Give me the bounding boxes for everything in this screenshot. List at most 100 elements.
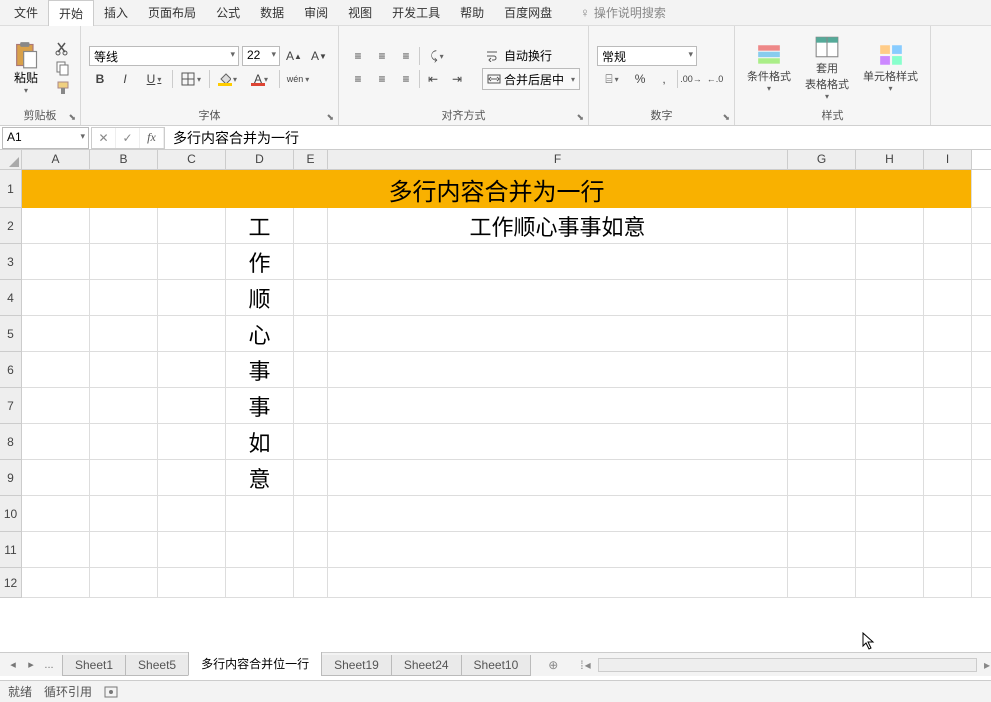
cell-C5[interactable]: [158, 316, 226, 352]
align-middle-icon[interactable]: ≡: [371, 46, 393, 66]
formula-input[interactable]: 多行内容合并为一行: [165, 126, 991, 150]
row-header-11[interactable]: 11: [0, 532, 21, 568]
merge-center-button[interactable]: 合并后居中: [482, 68, 580, 90]
cell-B6[interactable]: [90, 352, 158, 388]
name-box[interactable]: A1: [2, 127, 89, 149]
macro-record-icon[interactable]: [104, 686, 118, 698]
font-name-select[interactable]: 等线: [89, 46, 239, 66]
cell-F7[interactable]: [328, 388, 788, 424]
sheet-nav-next-icon[interactable]: ▸: [22, 656, 40, 674]
cell-F10[interactable]: [328, 496, 788, 532]
new-sheet-button[interactable]: ⊕: [540, 658, 566, 672]
increase-indent-icon[interactable]: ⇥: [446, 69, 468, 89]
cell-C9[interactable]: [158, 460, 226, 496]
menu-file[interactable]: 文件: [4, 0, 48, 25]
row-header-12[interactable]: 12: [0, 568, 21, 598]
cell-I2[interactable]: [924, 208, 972, 244]
menu-formulas[interactable]: 公式: [206, 0, 250, 25]
bold-button[interactable]: B: [89, 69, 111, 89]
fill-color-button[interactable]: [213, 69, 243, 89]
cell-I10[interactable]: [924, 496, 972, 532]
cell-A8[interactable]: [22, 424, 90, 460]
col-header-A[interactable]: A: [22, 150, 90, 169]
wrap-text-icon[interactable]: [482, 45, 502, 65]
cell-E5[interactable]: [294, 316, 328, 352]
menu-insert[interactable]: 插入: [94, 0, 138, 25]
cell-I8[interactable]: [924, 424, 972, 460]
cell-G5[interactable]: [788, 316, 856, 352]
cell-B5[interactable]: [90, 316, 158, 352]
cell-G9[interactable]: [788, 460, 856, 496]
select-all-button[interactable]: [0, 150, 22, 170]
cell-H9[interactable]: [856, 460, 924, 496]
borders-button[interactable]: [176, 69, 206, 89]
cell-H5[interactable]: [856, 316, 924, 352]
row-header-9[interactable]: 9: [0, 460, 21, 496]
col-header-C[interactable]: C: [158, 150, 226, 169]
underline-button[interactable]: U: [139, 69, 169, 89]
col-header-H[interactable]: H: [856, 150, 924, 169]
menu-view[interactable]: 视图: [338, 0, 382, 25]
copy-icon[interactable]: [54, 60, 72, 76]
conditional-format-button[interactable]: 条件格式▾: [743, 42, 795, 93]
sheet-tab-1[interactable]: Sheet5: [125, 655, 189, 676]
cell-I3[interactable]: [924, 244, 972, 280]
cell-G3[interactable]: [788, 244, 856, 280]
cell-D3[interactable]: 作: [226, 244, 294, 280]
col-header-G[interactable]: G: [788, 150, 856, 169]
cell-C2[interactable]: [158, 208, 226, 244]
cell-E6[interactable]: [294, 352, 328, 388]
decrease-font-icon[interactable]: A▼: [308, 46, 330, 66]
decrease-decimal-icon[interactable]: ←.0: [704, 69, 726, 89]
dialog-launcher-icon[interactable]: ⬊: [326, 112, 334, 123]
cell-A4[interactable]: [22, 280, 90, 316]
cell-F6[interactable]: [328, 352, 788, 388]
cell-C11[interactable]: [158, 532, 226, 568]
tell-me[interactable]: ♀ 操作说明搜索: [580, 4, 666, 21]
cell-D12[interactable]: [226, 568, 294, 598]
cell-C3[interactable]: [158, 244, 226, 280]
col-header-F[interactable]: F: [328, 150, 788, 169]
cell-D6[interactable]: 事: [226, 352, 294, 388]
decrease-indent-icon[interactable]: ⇤: [422, 69, 444, 89]
sheet-tab-0[interactable]: Sheet1: [62, 655, 126, 676]
dialog-launcher-icon[interactable]: ⬊: [576, 112, 584, 123]
cell-A3[interactable]: [22, 244, 90, 280]
cell-B11[interactable]: [90, 532, 158, 568]
cell-G10[interactable]: [788, 496, 856, 532]
align-left-icon[interactable]: ≡: [347, 69, 369, 89]
cell-D11[interactable]: [226, 532, 294, 568]
cell-I5[interactable]: [924, 316, 972, 352]
cell-B7[interactable]: [90, 388, 158, 424]
cell-H12[interactable]: [856, 568, 924, 598]
col-header-I[interactable]: I: [924, 150, 972, 169]
cancel-icon[interactable]: ✕: [92, 128, 116, 148]
menu-home[interactable]: 开始: [48, 0, 94, 26]
comma-button[interactable]: ,: [653, 69, 675, 89]
cell-F2[interactable]: 工作顺心事事如意: [328, 208, 788, 244]
dialog-launcher-icon[interactable]: ⬊: [722, 112, 730, 123]
col-header-D[interactable]: D: [226, 150, 294, 169]
cell-F4[interactable]: [328, 280, 788, 316]
cell-E2[interactable]: [294, 208, 328, 244]
cell-G2[interactable]: [788, 208, 856, 244]
cell-E10[interactable]: [294, 496, 328, 532]
cell-I9[interactable]: [924, 460, 972, 496]
cell-A2[interactable]: [22, 208, 90, 244]
increase-decimal-icon[interactable]: .00→: [680, 69, 702, 89]
cell-H4[interactable]: [856, 280, 924, 316]
row-header-7[interactable]: 7: [0, 388, 21, 424]
cell-G8[interactable]: [788, 424, 856, 460]
cut-icon[interactable]: [54, 40, 72, 56]
sheet-nav-prev-icon[interactable]: ◂: [4, 656, 22, 674]
cell-F5[interactable]: [328, 316, 788, 352]
cell-G7[interactable]: [788, 388, 856, 424]
cell-I4[interactable]: [924, 280, 972, 316]
italic-button[interactable]: I: [114, 69, 136, 89]
cell-B4[interactable]: [90, 280, 158, 316]
percent-button[interactable]: %: [629, 69, 651, 89]
cell-E7[interactable]: [294, 388, 328, 424]
cell-C7[interactable]: [158, 388, 226, 424]
enter-icon[interactable]: ✓: [116, 128, 140, 148]
sheet-tab-4[interactable]: Sheet24: [391, 655, 462, 676]
